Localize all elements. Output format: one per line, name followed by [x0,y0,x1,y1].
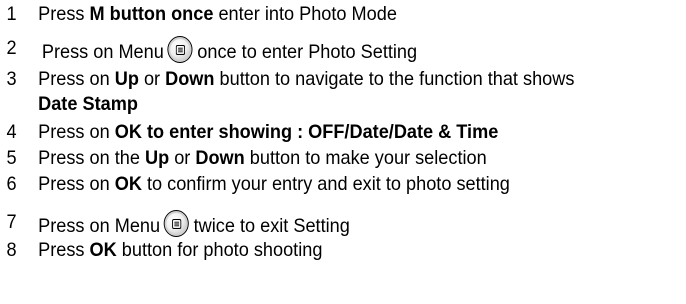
text-segment: button to make your selection [244,147,487,169]
bold-segment: Down [195,147,245,169]
text-segment: once to enter Photo Setting [197,41,418,63]
step-text: Press on Menu twice to exit Setting [38,210,350,239]
text-segment: Press on [38,173,115,195]
step-number: 5 [6,147,17,169]
text-segment: button to navigate to the function that … [214,68,575,90]
step-number: 7 [6,211,17,233]
step-text: Press on the Up or Down button to make y… [38,146,487,171]
text-segment: or [138,68,166,90]
instruction-list: 1 Press M button once enter into Photo M… [0,0,686,304]
text-segment: Press on [38,68,115,90]
bold-segment: Down [165,68,215,90]
text-segment: to confirm your entry and exit to photo … [141,173,510,195]
step-text: Press on Up or Down button to navigate t… [38,67,574,117]
text-segment: Press on [38,121,115,143]
step-number: 8 [6,239,17,261]
text-segment: Press on Menu [41,41,164,63]
text-segment: twice to exit Setting [193,215,350,237]
menu-button-icon [167,36,193,63]
text-segment: Press on the [38,147,145,169]
text-segment: or [169,147,196,169]
menu-button-icon [163,210,189,237]
text-segment: Press on Menu [38,215,161,237]
step-number: 6 [6,173,17,195]
step-number: 1 [6,3,17,25]
text-segment: enter into Photo Mode [213,3,397,25]
step-number: 2 [6,37,17,59]
step-text: Press OK button for photo shooting [38,238,322,263]
step-text: Press on OK to enter showing : OFF/Date/… [38,120,498,145]
step-text: Press M button once enter into Photo Mod… [38,2,397,27]
bold-segment: Up [114,68,139,90]
text-segment: button for photo shooting [116,239,323,261]
bold-segment: Up [144,147,170,169]
bold-segment: OK to enter showing : OFF/Date/Date & Ti… [114,121,499,143]
step-number: 4 [6,121,17,143]
text-segment: Press [38,239,90,261]
bold-segment: Date Stamp [38,93,138,115]
bold-segment: M button once [89,3,214,25]
bold-segment: OK [89,239,117,261]
step-number: 3 [6,68,17,90]
step-text: Press on Menu once to enter Photo Setting [42,36,417,65]
step-text: Press on OK to confirm your entry and ex… [38,172,510,197]
bold-segment: OK [114,173,142,195]
text-segment: Press [38,3,90,25]
